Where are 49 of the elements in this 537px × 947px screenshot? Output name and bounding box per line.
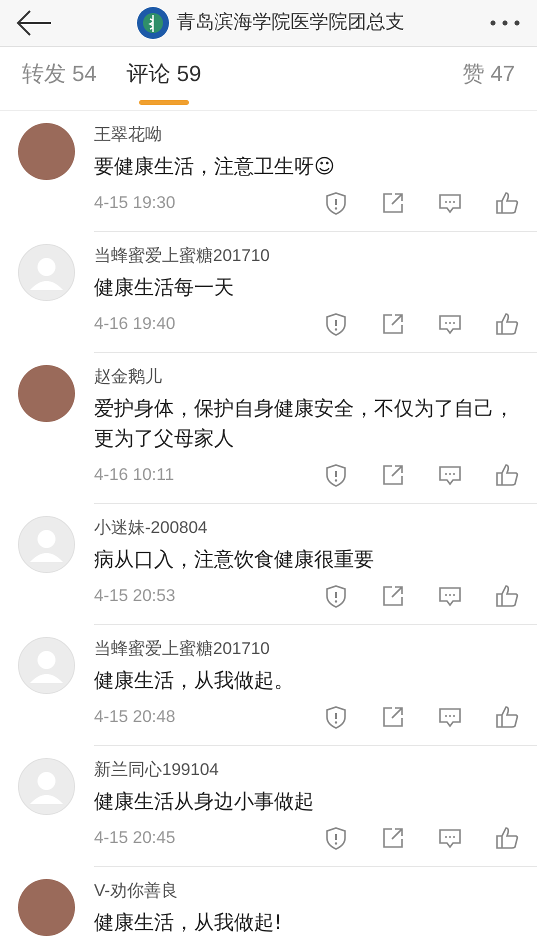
comment-text: 健康生活，从我做起。: [94, 667, 294, 694]
comment-time: 4-15 19:30: [94, 192, 176, 214]
commenter-name[interactable]: 赵金鹅儿: [94, 365, 519, 389]
comment-text: 健康生活每一天: [94, 274, 234, 301]
comment-icon[interactable]: [438, 463, 462, 487]
commenter-name[interactable]: V-劝你善良: [94, 879, 519, 903]
comment-icon[interactable]: [438, 312, 462, 336]
comment-text: 健康生活，从我做起!: [94, 909, 282, 936]
commenter-name[interactable]: 当蜂蜜爱上蜜糖201710: [94, 637, 519, 661]
like-icon[interactable]: [495, 191, 519, 215]
share-icon[interactable]: [381, 584, 405, 608]
report-icon[interactable]: [324, 826, 348, 850]
page-title: 青岛滨海学院医学院团总支: [176, 10, 404, 35]
comment-time: 4-16 19:40: [94, 313, 176, 336]
commenter-name[interactable]: 新兰同心199104: [94, 758, 519, 782]
comment-time: 4-15 20:53: [94, 585, 176, 608]
like-icon[interactable]: [495, 826, 519, 850]
commenter-name[interactable]: 王翠花呦: [94, 123, 519, 147]
share-icon[interactable]: [381, 463, 405, 487]
comment-text: 健康生活从身边小事做起: [94, 788, 314, 815]
report-icon[interactable]: [324, 191, 348, 215]
share-icon[interactable]: [381, 826, 405, 850]
comment-icon[interactable]: [438, 191, 462, 215]
commenter-name[interactable]: 当蜂蜜爱上蜜糖201710: [94, 244, 519, 268]
comment-icon[interactable]: [438, 705, 462, 729]
share-icon[interactable]: [381, 705, 405, 729]
share-icon[interactable]: [381, 191, 405, 215]
comment-text: 爱护身体，保护自身健康安全，不仅为了自己，更为了父母家人: [94, 395, 515, 452]
like-icon[interactable]: [495, 705, 519, 729]
share-icon[interactable]: [381, 312, 405, 336]
report-icon[interactable]: [324, 312, 348, 336]
back-icon[interactable]: [16, 9, 52, 37]
comment-text: 要健康生活，注意卫生呀☺: [94, 153, 335, 180]
comment-time: 4-16 10:11: [94, 464, 176, 486]
comment-time: 4-15 20:45: [94, 827, 176, 850]
like-icon[interactable]: [495, 463, 519, 487]
comment-time: 4-15 20:48: [94, 706, 176, 728]
like-icon[interactable]: [495, 584, 519, 608]
comment-icon[interactable]: [438, 826, 462, 850]
comment-text: 病从口入，注意饮食健康很重要: [94, 546, 374, 573]
like-icon[interactable]: [495, 312, 519, 336]
report-icon[interactable]: [324, 705, 348, 729]
report-icon[interactable]: [324, 584, 348, 608]
commenter-name[interactable]: 小迷妹-200804: [94, 516, 519, 540]
more-icon[interactable]: [489, 19, 521, 27]
comment-icon[interactable]: [438, 584, 462, 608]
tab[interactable]: 评论 59: [126, 52, 202, 104]
report-icon[interactable]: [324, 463, 348, 487]
logo-icon: [136, 7, 168, 39]
